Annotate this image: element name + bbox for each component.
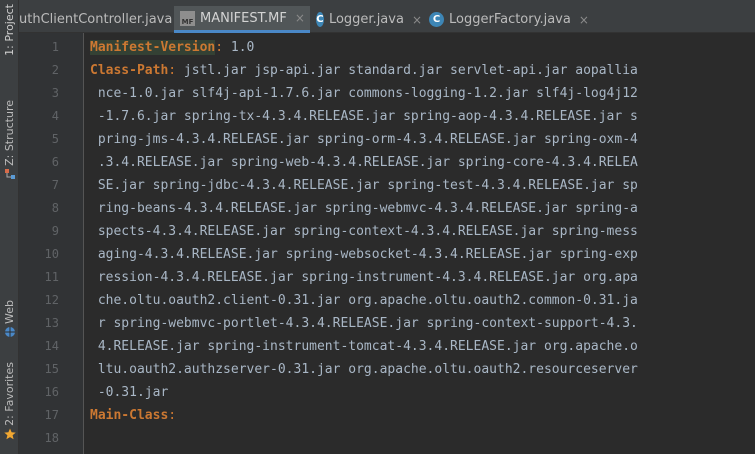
- tab-label: MANIFEST.MF: [200, 10, 287, 26]
- tab-label: uthClientController.java: [19, 12, 173, 27]
- code-line: aging-4.3.4.RELEASE.jar spring-websocket…: [90, 247, 638, 262]
- code-line: Main-Class:: [90, 404, 176, 427]
- line-number: 15: [44, 362, 59, 376]
- tab-logger[interactable]: C Logger.java ×: [310, 6, 422, 33]
- code-line: 4.RELEASE.jar spring-instrument-tomcat-4…: [90, 339, 638, 354]
- line-number: 8: [51, 201, 59, 215]
- manifest-value: jstl.jar jsp-api.jar standard.jar servle…: [176, 63, 638, 78]
- tab-logger-factory[interactable]: C LoggerFactory.java ×: [423, 6, 593, 33]
- code-line: SE.jar spring-jdbc-4.3.4.RELEASE.jar spr…: [90, 178, 638, 193]
- manifest-key: Class-Path: [90, 63, 169, 78]
- code-line: ression-4.3.4.RELEASE.jar spring-instrum…: [90, 270, 638, 285]
- key-separator: :: [168, 63, 177, 78]
- manifest-value: 1.0: [223, 40, 255, 55]
- tab-manifest[interactable]: MF MANIFEST.MF ×: [174, 6, 310, 33]
- manifest-key: Main-Class: [90, 408, 169, 423]
- code-line: Manifest-Version: 1.0: [90, 36, 254, 59]
- line-number: 10: [44, 247, 59, 261]
- line-number: 17: [44, 408, 59, 422]
- code-line: ltu.oauth2.authzserver-0.31.jar org.apac…: [90, 362, 638, 377]
- manifest-key: Manifest-Version: [90, 40, 216, 55]
- close-icon[interactable]: ×: [295, 11, 305, 25]
- code-line: -1.7.6.jar spring-tx-4.3.4.RELEASE.jar s…: [90, 109, 638, 124]
- star-icon: [3, 428, 16, 440]
- class-icon: C: [316, 12, 324, 27]
- tool-window-strip: 1: Project Z: Structure Web 2: Favorites: [0, 0, 19, 454]
- key-separator: :: [215, 40, 224, 55]
- close-icon[interactable]: ×: [412, 13, 422, 27]
- tab-auth-client-controller[interactable]: uthClientController.java: [13, 6, 173, 33]
- close-icon[interactable]: ×: [579, 13, 589, 27]
- line-number: 5: [51, 132, 59, 146]
- line-number: 3: [51, 86, 59, 100]
- code-line: Class-Path: jstl.jar jsp-api.jar standar…: [90, 59, 638, 82]
- code-editor[interactable]: Manifest-Version: 1.0 Class-Path: jstl.j…: [85, 33, 755, 454]
- editor-tab-bar: uthClientController.java MF MANIFEST.MF …: [19, 0, 755, 33]
- line-number: 7: [51, 178, 59, 192]
- line-number: 6: [51, 155, 59, 169]
- code-line: che.oltu.oauth2.client-0.31.jar org.apac…: [90, 293, 638, 308]
- line-number: 11: [44, 270, 59, 284]
- code-line: ring-beans-4.3.4.RELEASE.jar spring-webm…: [90, 201, 638, 216]
- line-number: 13: [44, 316, 59, 330]
- line-number: 14: [44, 339, 59, 353]
- web-tool-label: Web: [3, 300, 16, 324]
- code-line: spects-4.3.4.RELEASE.jar spring-context-…: [90, 224, 638, 239]
- favorites-tool-label: 2: Favorites: [3, 362, 16, 426]
- web-icon: [4, 326, 15, 337]
- web-tool-button[interactable]: Web: [0, 300, 19, 340]
- favorites-tool-button[interactable]: 2: Favorites: [0, 362, 19, 442]
- line-number: 4: [51, 109, 59, 123]
- structure-tool-label: Z: Structure: [3, 100, 16, 166]
- class-icon: C: [429, 12, 444, 27]
- code-line: r spring-webmvc-portlet-4.3.4.RELEASE.ja…: [90, 316, 638, 331]
- line-number: 18: [44, 431, 59, 445]
- manifest-file-icon: MF: [180, 10, 195, 26]
- line-number: 2: [51, 63, 59, 77]
- structure-tool-button[interactable]: Z: Structure: [0, 100, 19, 182]
- code-line: -0.31.jar: [90, 385, 169, 400]
- line-number: 1: [51, 40, 59, 54]
- tab-label: LoggerFactory.java: [449, 12, 571, 27]
- line-number: 16: [44, 385, 59, 399]
- code-line: .3.4.RELEASE.jar spring-web-4.3.4.RELEAS…: [90, 155, 638, 170]
- code-line: pring-jms-4.3.4.RELEASE.jar spring-orm-4…: [90, 132, 638, 147]
- line-number: 9: [51, 224, 59, 238]
- line-number: 12: [44, 293, 59, 307]
- structure-icon: [4, 168, 15, 179]
- tab-label: Logger.java: [328, 12, 404, 27]
- code-line: nce-1.0.jar slf4j-api-1.7.6.jar commons-…: [90, 86, 638, 101]
- line-number-gutter[interactable]: 1 2 3 4 5 6 7 8 9 10 11 12 13 14 15 16 1…: [19, 33, 84, 454]
- key-separator: :: [168, 408, 177, 423]
